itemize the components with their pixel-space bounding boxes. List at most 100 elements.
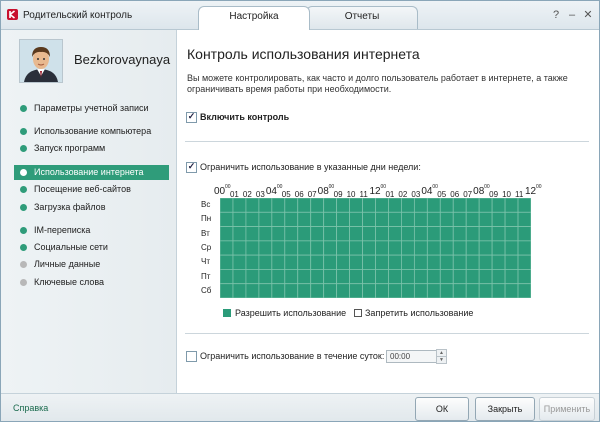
- schedule-cell[interactable]: [271, 269, 286, 285]
- schedule-cell[interactable]: [439, 226, 454, 242]
- schedule-cell[interactable]: [323, 240, 338, 256]
- schedule-cell[interactable]: [336, 254, 350, 270]
- schedule-cell[interactable]: [413, 211, 428, 227]
- schedule-cell[interactable]: [258, 269, 273, 285]
- schedule-cell[interactable]: [245, 211, 260, 227]
- schedule-cell[interactable]: [478, 269, 493, 285]
- close-icon[interactable]: ✕: [581, 9, 595, 21]
- schedule-cell[interactable]: [220, 211, 234, 227]
- schedule-cell[interactable]: [271, 211, 286, 227]
- enable-control-checkbox[interactable]: [186, 112, 197, 123]
- schedule-cell[interactable]: [310, 240, 325, 256]
- schedule-cell[interactable]: [478, 198, 493, 213]
- schedule-cell[interactable]: [271, 198, 286, 213]
- schedule-cell[interactable]: [439, 283, 454, 298]
- schedule-cell[interactable]: [323, 226, 338, 242]
- schedule-cell[interactable]: [220, 269, 234, 285]
- schedule-cell[interactable]: [375, 211, 389, 227]
- schedule-cell[interactable]: [491, 240, 506, 256]
- schedule-cell[interactable]: [375, 198, 389, 213]
- sidebar-item-computer-use[interactable]: Использование компьютера: [14, 124, 169, 139]
- schedule-cell[interactable]: [452, 198, 467, 213]
- schedule-grid[interactable]: [220, 198, 531, 298]
- schedule-cell[interactable]: [517, 198, 531, 213]
- schedule-cell[interactable]: [452, 211, 467, 227]
- schedule-cell[interactable]: [401, 269, 415, 285]
- schedule-cell[interactable]: [245, 269, 260, 285]
- schedule-cell[interactable]: [439, 254, 454, 270]
- schedule-cell[interactable]: [245, 283, 260, 298]
- schedule-cell[interactable]: [232, 240, 247, 256]
- schedule-cell[interactable]: [517, 211, 531, 227]
- sidebar-item-websites[interactable]: Посещение веб-сайтов: [14, 182, 169, 197]
- schedule-cell[interactable]: [336, 211, 350, 227]
- schedule-cell[interactable]: [297, 254, 312, 270]
- schedule-cell[interactable]: [452, 283, 467, 298]
- schedule-cell[interactable]: [271, 254, 286, 270]
- schedule-cell[interactable]: [413, 283, 428, 298]
- schedule-cell[interactable]: [284, 283, 299, 298]
- schedule-cell[interactable]: [362, 254, 376, 270]
- schedule-cell[interactable]: [271, 283, 286, 298]
- schedule-cell[interactable]: [349, 269, 363, 285]
- schedule-cell[interactable]: [258, 198, 273, 213]
- sidebar-item-keywords[interactable]: Ключевые слова: [14, 275, 169, 290]
- schedule-cell[interactable]: [401, 226, 415, 242]
- schedule-cell[interactable]: [504, 226, 519, 242]
- schedule-cell[interactable]: [491, 211, 506, 227]
- sidebar-item-im[interactable]: IM-переписка: [14, 223, 169, 238]
- schedule-cell[interactable]: [478, 254, 493, 270]
- schedule-cell[interactable]: [426, 254, 441, 270]
- schedule-cell[interactable]: [388, 254, 402, 270]
- schedule-cell[interactable]: [323, 254, 338, 270]
- help-icon[interactable]: ?: [549, 9, 563, 21]
- limit-days-checkbox[interactable]: [186, 162, 197, 173]
- schedule-cell[interactable]: [388, 283, 402, 298]
- sidebar-item-personal-data[interactable]: Личные данные: [14, 257, 169, 272]
- daily-limit-time-input[interactable]: 00:00: [386, 350, 438, 363]
- schedule-cell[interactable]: [310, 211, 325, 227]
- schedule-cell[interactable]: [349, 198, 363, 213]
- schedule-cell[interactable]: [232, 198, 247, 213]
- schedule-cell[interactable]: [297, 240, 312, 256]
- schedule-cell[interactable]: [220, 254, 234, 270]
- schedule-cell[interactable]: [297, 226, 312, 242]
- ok-button[interactable]: ОК: [415, 397, 469, 421]
- schedule-cell[interactable]: [491, 283, 506, 298]
- help-link[interactable]: Справка: [13, 403, 48, 413]
- sidebar-item-account-settings[interactable]: Параметры учетной записи: [14, 101, 169, 116]
- schedule-cell[interactable]: [336, 240, 350, 256]
- schedule-cell[interactable]: [401, 283, 415, 298]
- schedule-cell[interactable]: [388, 240, 402, 256]
- schedule-cell[interactable]: [271, 226, 286, 242]
- schedule-cell[interactable]: [258, 254, 273, 270]
- schedule-cell[interactable]: [452, 254, 467, 270]
- schedule-cell[interactable]: [258, 240, 273, 256]
- schedule-cell[interactable]: [232, 283, 247, 298]
- schedule-cell[interactable]: [232, 226, 247, 242]
- schedule-cell[interactable]: [232, 211, 247, 227]
- schedule-cell[interactable]: [258, 226, 273, 242]
- schedule-cell[interactable]: [310, 198, 325, 213]
- schedule-cell[interactable]: [375, 254, 389, 270]
- schedule-cell[interactable]: [220, 226, 234, 242]
- schedule-cell[interactable]: [491, 254, 506, 270]
- schedule-cell[interactable]: [245, 254, 260, 270]
- schedule-cell[interactable]: [504, 269, 519, 285]
- tab-reports[interactable]: Отчеты: [306, 6, 418, 29]
- schedule-cell[interactable]: [284, 269, 299, 285]
- schedule-cell[interactable]: [401, 254, 415, 270]
- schedule-cell[interactable]: [452, 240, 467, 256]
- schedule-cell[interactable]: [491, 269, 506, 285]
- sidebar-item-internet-use[interactable]: Использование интернета: [14, 165, 169, 180]
- schedule-cell[interactable]: [232, 254, 247, 270]
- schedule-cell[interactable]: [413, 240, 428, 256]
- schedule-cell[interactable]: [465, 198, 480, 213]
- schedule-cell[interactable]: [362, 240, 376, 256]
- schedule-cell[interactable]: [323, 198, 338, 213]
- schedule-cell[interactable]: [284, 226, 299, 242]
- schedule-cell[interactable]: [465, 283, 480, 298]
- schedule-cell[interactable]: [375, 283, 389, 298]
- schedule-cell[interactable]: [284, 240, 299, 256]
- schedule-cell[interactable]: [413, 269, 428, 285]
